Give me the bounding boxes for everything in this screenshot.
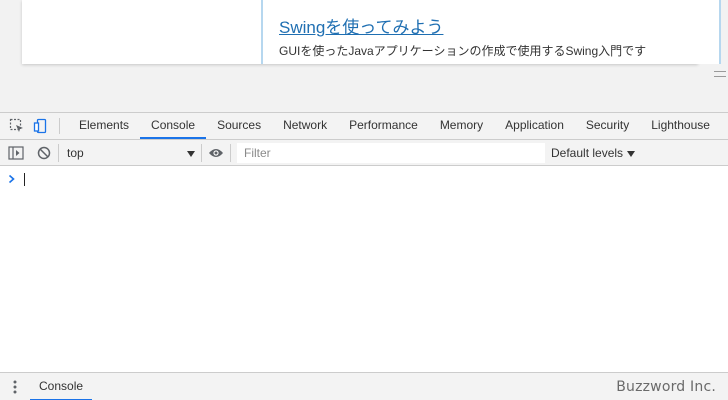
- prompt-chevron-icon: [8, 172, 20, 186]
- toolbar-divider: [230, 143, 231, 162]
- tab-memory[interactable]: Memory: [429, 113, 494, 139]
- article-description: GUIを使ったJavaアプリケーションの作成で使用するSwing入門です: [279, 44, 647, 58]
- filter-input[interactable]: [237, 142, 545, 163]
- console-output-area[interactable]: [0, 167, 728, 372]
- tab-network[interactable]: Network: [272, 113, 338, 139]
- console-prompt[interactable]: [8, 172, 25, 186]
- console-toolbar: top Default levels: [0, 140, 728, 166]
- resize-handle-icon[interactable]: [714, 71, 726, 77]
- devtools-drawer: Console Buzzword Inc.: [0, 372, 728, 400]
- article-box: Swingを使ってみよう GUIを使ったJavaアプリケーションの作成で使用する…: [261, 0, 721, 64]
- clear-console-icon[interactable]: [30, 140, 58, 166]
- tab-performance[interactable]: Performance: [338, 113, 429, 139]
- toolbar-divider: [59, 118, 60, 134]
- drawer-tab-console[interactable]: Console: [30, 373, 93, 400]
- devtools-tabbar: Elements Console Sources Network Perform…: [0, 113, 728, 140]
- chevron-down-icon: [627, 146, 636, 160]
- context-select[interactable]: top: [59, 143, 201, 163]
- log-levels-label: Default levels: [551, 145, 624, 160]
- tab-security[interactable]: Security: [575, 113, 640, 139]
- drawer-menu-icon[interactable]: [0, 373, 30, 400]
- text-cursor: [24, 172, 25, 186]
- watermark: Buzzword Inc.: [616, 379, 716, 395]
- tab-sources[interactable]: Sources: [206, 113, 272, 139]
- log-levels-dropdown[interactable]: Default levels: [551, 145, 636, 160]
- article-title-link[interactable]: Swingを使ってみよう: [279, 13, 443, 38]
- live-expression-eye-icon[interactable]: [202, 140, 230, 166]
- show-sidebar-icon[interactable]: [2, 140, 30, 166]
- tab-lighthouse[interactable]: Lighthouse: [640, 113, 721, 139]
- chevron-down-icon: [187, 146, 195, 160]
- context-select-value: top: [67, 145, 84, 160]
- page-viewport: Swingを使ってみよう GUIを使ったJavaアプリケーションの作成で使用する…: [0, 0, 728, 112]
- tab-console[interactable]: Console: [140, 113, 207, 139]
- tab-elements[interactable]: Elements: [68, 113, 140, 139]
- page-card: Swingを使ってみよう GUIを使ったJavaアプリケーションの作成で使用する…: [22, 0, 721, 64]
- tab-application[interactable]: Application: [494, 113, 575, 139]
- device-toolbar-icon[interactable]: [29, 113, 53, 139]
- devtools-panel: Elements Console Sources Network Perform…: [0, 112, 728, 400]
- inspect-element-icon[interactable]: [5, 113, 29, 139]
